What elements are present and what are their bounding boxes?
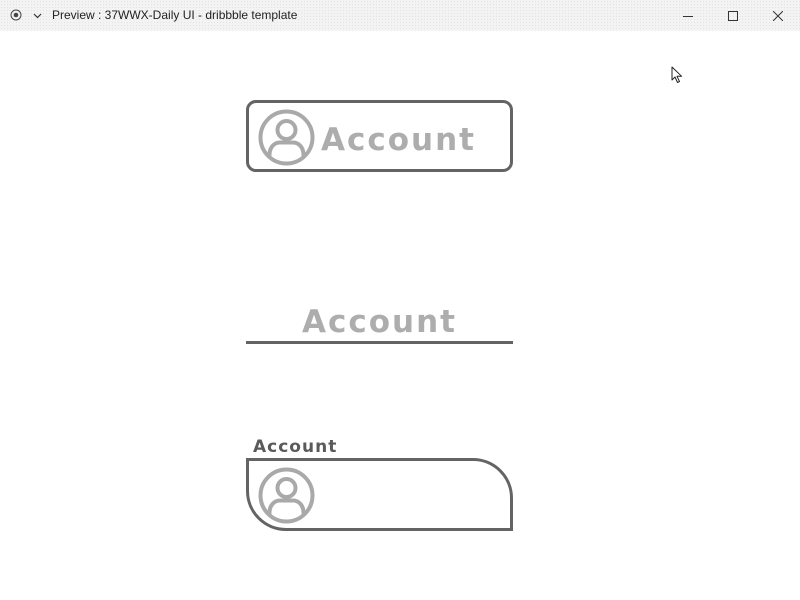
preview-window: Preview : 37WWX-Daily UI - dribbble temp… [0,0,800,600]
field-underline [246,341,513,344]
user-circle-icon [258,109,315,166]
title-bar[interactable]: Preview : 37WWX-Daily UI - dribbble temp… [0,0,800,31]
chevron-down-icon[interactable] [33,11,42,20]
account-caption: Account [253,437,338,457]
user-circle-icon [258,467,315,524]
close-icon [773,10,783,21]
minimize-button[interactable] [666,0,710,31]
window-title: Preview : 37WWX-Daily UI - dribbble temp… [52,8,298,22]
mouse-cursor-icon [671,66,682,83]
account-field-underlined[interactable]: Account [246,300,513,346]
close-button[interactable] [756,0,800,31]
account-field-outlined[interactable]: Account [246,100,513,172]
account-label: Account [302,304,457,340]
account-label: Account [321,122,476,158]
maximize-button[interactable] [711,0,755,31]
minimize-icon [683,15,693,17]
record-icon[interactable] [10,9,22,21]
maximize-icon [728,10,738,21]
account-field-captioned[interactable] [246,458,513,531]
